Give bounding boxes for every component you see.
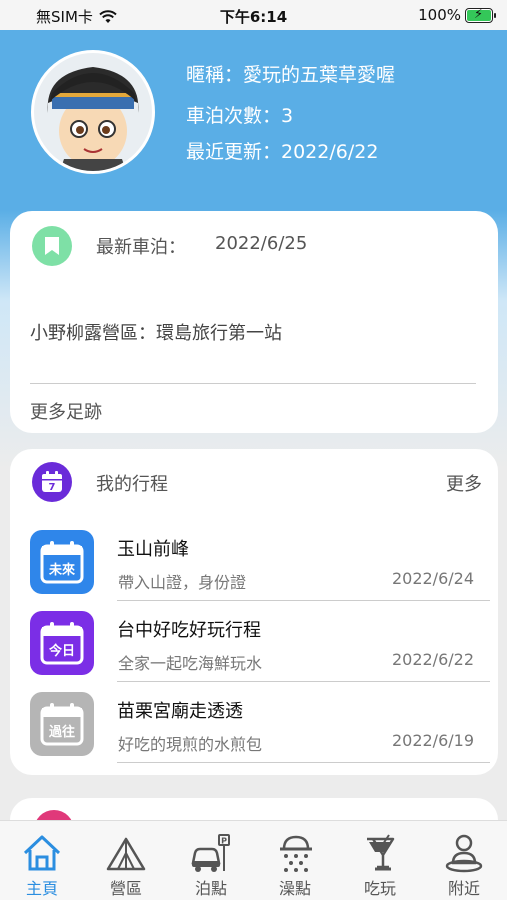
latest-camp-title: 最新車泊： bbox=[96, 237, 186, 258]
trip-desc: 全家一起吃海鮮玩水 bbox=[118, 654, 263, 673]
latest-camp-date: 2022/6/25 bbox=[215, 233, 308, 254]
person-location-icon bbox=[445, 834, 483, 873]
latest-camp-card[interactable]: 最新車泊： 2022/6/25 小野柳露營區：環島旅行第一站 更多足跡 bbox=[10, 211, 498, 433]
trip-item-future[interactable]: 未來 玉山前峰 帶入山證，身份證 2022/6/24 bbox=[10, 530, 498, 610]
trip-desc: 好吃的現煎的水煎包 bbox=[118, 735, 263, 754]
divider bbox=[117, 681, 490, 682]
car-parking-icon: P bbox=[191, 834, 230, 872]
shower-icon bbox=[280, 835, 312, 872]
calendar-icon: 7 bbox=[32, 462, 72, 502]
latest-camp-place[interactable]: 小野柳露營區：環島旅行第一站 bbox=[30, 319, 282, 345]
schedule-more-link[interactable]: 更多 bbox=[446, 470, 482, 496]
drink-icon bbox=[367, 834, 395, 871]
trip-date: 2022/6/19 bbox=[391, 731, 474, 750]
camp-count-text: 車泊次數：3 bbox=[186, 105, 294, 127]
schedule-card: 7 我的行程 更多 未來 玉山前峰 帶入山證，身份證 2022/6/24 今日 … bbox=[10, 449, 498, 775]
svg-text:P: P bbox=[221, 837, 227, 846]
tab-nearby[interactable]: 附近 bbox=[422, 821, 506, 900]
trip-item-past[interactable]: 過往 苗栗宮廟走透透 好吃的現煎的水煎包 2022/6/19 bbox=[10, 692, 498, 772]
trip-name: 台中好吃好玩行程 bbox=[117, 620, 261, 641]
tab-label: 泊點 bbox=[194, 879, 227, 898]
tab-food-fun[interactable]: 吃玩 bbox=[338, 821, 422, 900]
home-icon bbox=[23, 835, 61, 871]
tab-campsite[interactable]: 營區 bbox=[84, 821, 168, 900]
past-calendar-icon: 過往 bbox=[30, 692, 94, 756]
tab-label: 主頁 bbox=[25, 879, 58, 898]
tab-parking[interactable]: P 泊點 bbox=[169, 821, 253, 900]
trip-date: 2022/6/22 bbox=[391, 650, 474, 669]
bookmark-icon bbox=[32, 226, 72, 266]
tab-label: 營區 bbox=[109, 879, 142, 898]
battery-percent: 100% bbox=[418, 6, 461, 24]
tab-home[interactable]: 主頁 bbox=[0, 821, 84, 900]
more-footprints-link[interactable]: 更多足跡 bbox=[30, 398, 102, 424]
battery-icon: ⚡ bbox=[465, 7, 496, 23]
today-calendar-icon: 今日 bbox=[30, 611, 94, 675]
divider bbox=[117, 762, 490, 763]
trip-name: 玉山前峰 bbox=[117, 539, 189, 560]
tent-icon bbox=[106, 837, 146, 871]
future-calendar-icon: 未來 bbox=[30, 530, 94, 594]
status-right: 100% ⚡ bbox=[418, 6, 496, 24]
status-bar: 無SIM卡 下午6:14 100% ⚡ bbox=[0, 0, 507, 30]
trip-date: 2022/6/24 bbox=[391, 569, 474, 588]
tab-bar: 主頁 營區 P 泊點 澡點 吃玩 附近 bbox=[0, 820, 507, 900]
tab-label: 附近 bbox=[447, 879, 480, 898]
last-updated-text: 最近更新：2022/6/22 bbox=[186, 141, 379, 163]
tab-label: 吃玩 bbox=[363, 879, 396, 898]
svg-text:7: 7 bbox=[49, 482, 56, 493]
trip-item-today[interactable]: 今日 台中好吃好玩行程 全家一起吃海鮮玩水 2022/6/22 bbox=[10, 611, 498, 691]
tab-label: 澡點 bbox=[278, 879, 311, 898]
nickname-text: 暱稱：愛玩的五葉草愛喔 bbox=[186, 64, 396, 86]
schedule-title: 我的行程 bbox=[96, 474, 168, 495]
svg-text:未來: 未來 bbox=[48, 562, 76, 578]
divider bbox=[30, 383, 476, 384]
profile-header: 暱稱：愛玩的五葉草愛喔 車泊次數：3 最近更新：2022/6/22 bbox=[0, 30, 507, 210]
trip-name: 苗栗宮廟走透透 bbox=[117, 701, 243, 722]
avatar-illustration-icon bbox=[34, 53, 152, 171]
divider bbox=[117, 600, 490, 601]
svg-text:今日: 今日 bbox=[48, 643, 75, 659]
tab-shower[interactable]: 澡點 bbox=[253, 821, 337, 900]
avatar[interactable] bbox=[31, 50, 155, 174]
trip-desc: 帶入山證，身份證 bbox=[118, 573, 247, 592]
svg-text:過往: 過往 bbox=[48, 724, 75, 740]
